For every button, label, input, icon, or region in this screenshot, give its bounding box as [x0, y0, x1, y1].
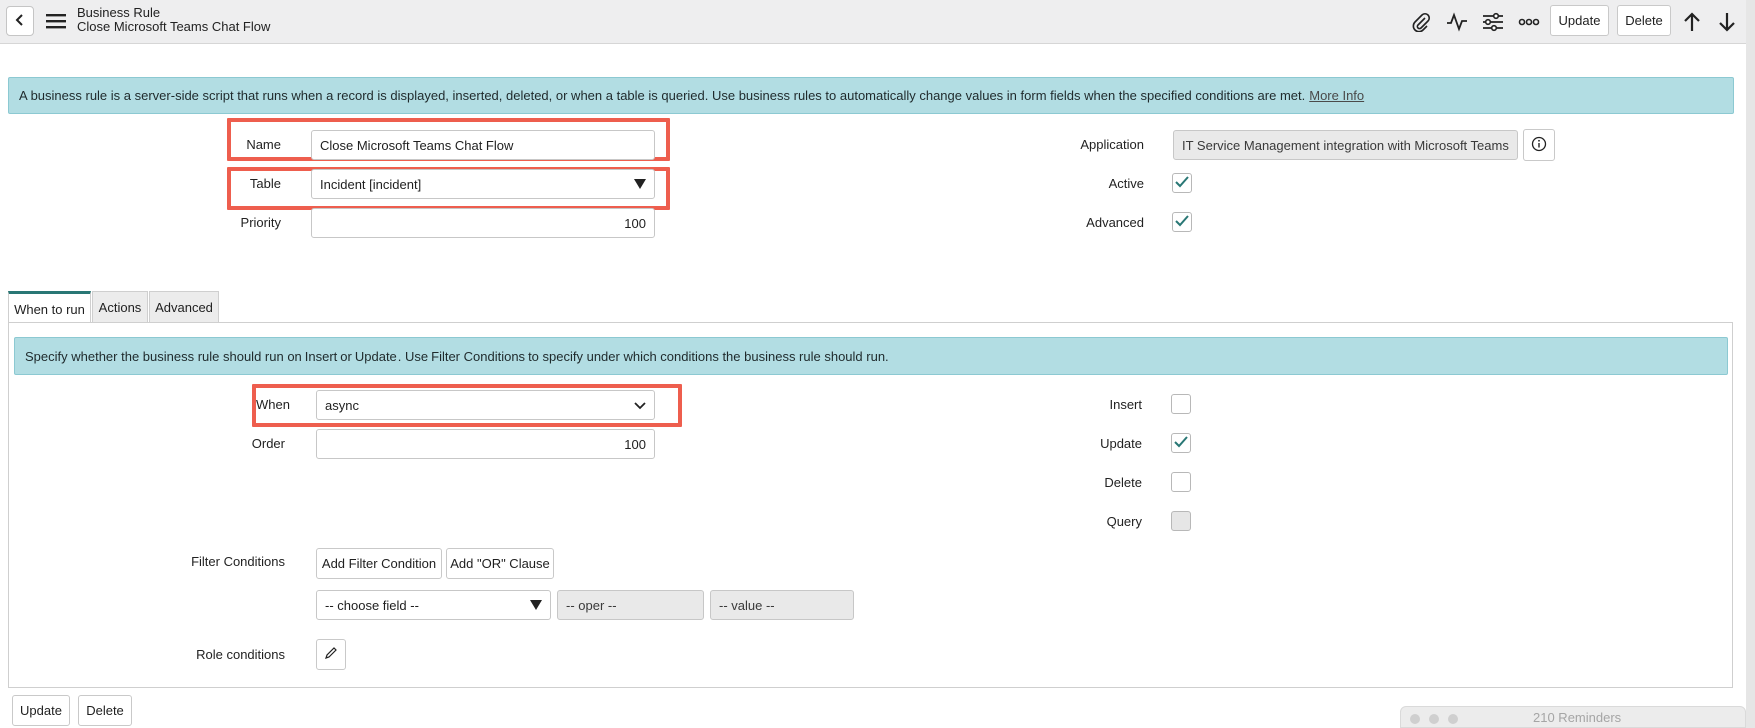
query-label: Query: [1106, 514, 1142, 529]
when-value: async: [325, 397, 359, 413]
banner-text-4: to specify under which conditions the bu…: [528, 348, 889, 364]
activity-icon[interactable]: [1445, 10, 1469, 34]
when-to-run-panel: [8, 322, 1733, 688]
reminders-bar[interactable]: 210 Reminders: [1400, 706, 1746, 728]
dropdown-arrow-icon: [530, 598, 542, 613]
record-type: Business Rule: [77, 5, 161, 20]
info-banner: A business rule is a server-side script …: [8, 77, 1734, 114]
tab-actions[interactable]: Actions: [92, 291, 148, 323]
update-checkbox[interactable]: [1171, 433, 1191, 453]
name-input[interactable]: Close Microsoft Teams Chat Flow: [311, 130, 655, 160]
add-or-clause-button[interactable]: Add "OR" Clause: [446, 548, 554, 579]
insert-label: Insert: [1109, 397, 1142, 412]
order-label: Order: [251, 436, 285, 451]
tab-when-to-run[interactable]: When to run: [8, 291, 91, 324]
record-name: Close Microsoft Teams Chat Flow: [77, 19, 271, 34]
checkmark-icon: [1175, 175, 1189, 191]
sliders-icon[interactable]: [1481, 10, 1505, 34]
delete-label: Delete: [1104, 475, 1142, 490]
application-label: Application: [1080, 137, 1144, 152]
back-button[interactable]: [6, 6, 34, 36]
when-to-run-banner: Specify whether the business rule should…: [14, 337, 1728, 375]
banner-text-3: . Use: [397, 348, 429, 364]
update-button[interactable]: Update: [1550, 5, 1609, 36]
active-label: Active: [1108, 176, 1144, 191]
insert-checkbox[interactable]: [1171, 394, 1191, 414]
priority-input[interactable]: 100: [311, 208, 655, 238]
menu-icon[interactable]: [46, 12, 66, 30]
checkmark-icon: [1174, 435, 1188, 451]
application-field: IT Service Management integration with M…: [1173, 130, 1518, 160]
banner-filter-conditions: Filter Conditions: [431, 348, 526, 364]
back-icon: [14, 13, 26, 30]
window-minimize-dot[interactable]: [1429, 714, 1439, 724]
paperclip-icon[interactable]: [1409, 10, 1433, 34]
arrow-up-icon[interactable]: [1680, 10, 1704, 34]
advanced-checkbox[interactable]: [1172, 212, 1192, 232]
window-close-dot[interactable]: [1410, 714, 1420, 724]
form-header: Business Rule Close Microsoft Teams Chat…: [0, 0, 1755, 44]
priority-label: Priority: [240, 215, 281, 230]
role-conditions-label: Role conditions: [196, 647, 285, 662]
banner-text-2: or: [340, 348, 352, 364]
pencil-icon: [324, 646, 338, 663]
arrow-down-icon[interactable]: [1715, 10, 1739, 34]
banner-text-1: Specify whether the business rule should…: [25, 348, 302, 364]
filter-conditions-label: Filter Conditions: [191, 554, 285, 569]
application-info-button[interactable]: [1523, 129, 1555, 161]
footer-update-button[interactable]: Update: [12, 695, 70, 726]
banner-insert: Insert: [304, 348, 338, 364]
window-zoom-dot[interactable]: [1448, 714, 1458, 724]
table-select[interactable]: Incident [incident]: [311, 169, 655, 199]
edit-role-conditions-button[interactable]: [316, 639, 346, 670]
when-select[interactable]: async: [316, 390, 655, 420]
when-label: When: [256, 397, 290, 412]
value-input: -- value --: [710, 590, 854, 620]
more-info-link[interactable]: More Info: [1309, 88, 1364, 103]
order-input[interactable]: 100: [316, 429, 655, 459]
scrollbar-track[interactable]: [1746, 0, 1755, 728]
more-icon[interactable]: [1517, 10, 1541, 34]
banner-update: Update: [354, 348, 397, 364]
delete-checkbox[interactable]: [1171, 472, 1191, 492]
checkmark-icon: [1175, 214, 1189, 230]
reminders-count: 210 Reminders: [1533, 710, 1622, 725]
footer-delete-button[interactable]: Delete: [78, 695, 132, 726]
tab-advanced[interactable]: Advanced: [149, 291, 219, 323]
query-checkbox: [1171, 511, 1191, 531]
dropdown-arrow-icon: [634, 177, 646, 192]
add-filter-condition-button[interactable]: Add Filter Condition: [316, 548, 442, 579]
delete-button[interactable]: Delete: [1617, 5, 1671, 36]
choose-field-value: -- choose field --: [325, 597, 419, 613]
chevron-down-icon: [634, 398, 646, 413]
update-label: Update: [1100, 436, 1142, 451]
choose-field-select[interactable]: -- choose field --: [316, 590, 551, 620]
info-icon: [1531, 136, 1547, 155]
operator-select: -- oper --: [557, 590, 704, 620]
info-banner-text: A business rule is a server-side script …: [19, 88, 1306, 103]
table-value: Incident [incident]: [320, 176, 422, 192]
active-checkbox[interactable]: [1172, 173, 1192, 193]
advanced-label: Advanced: [1086, 215, 1144, 230]
